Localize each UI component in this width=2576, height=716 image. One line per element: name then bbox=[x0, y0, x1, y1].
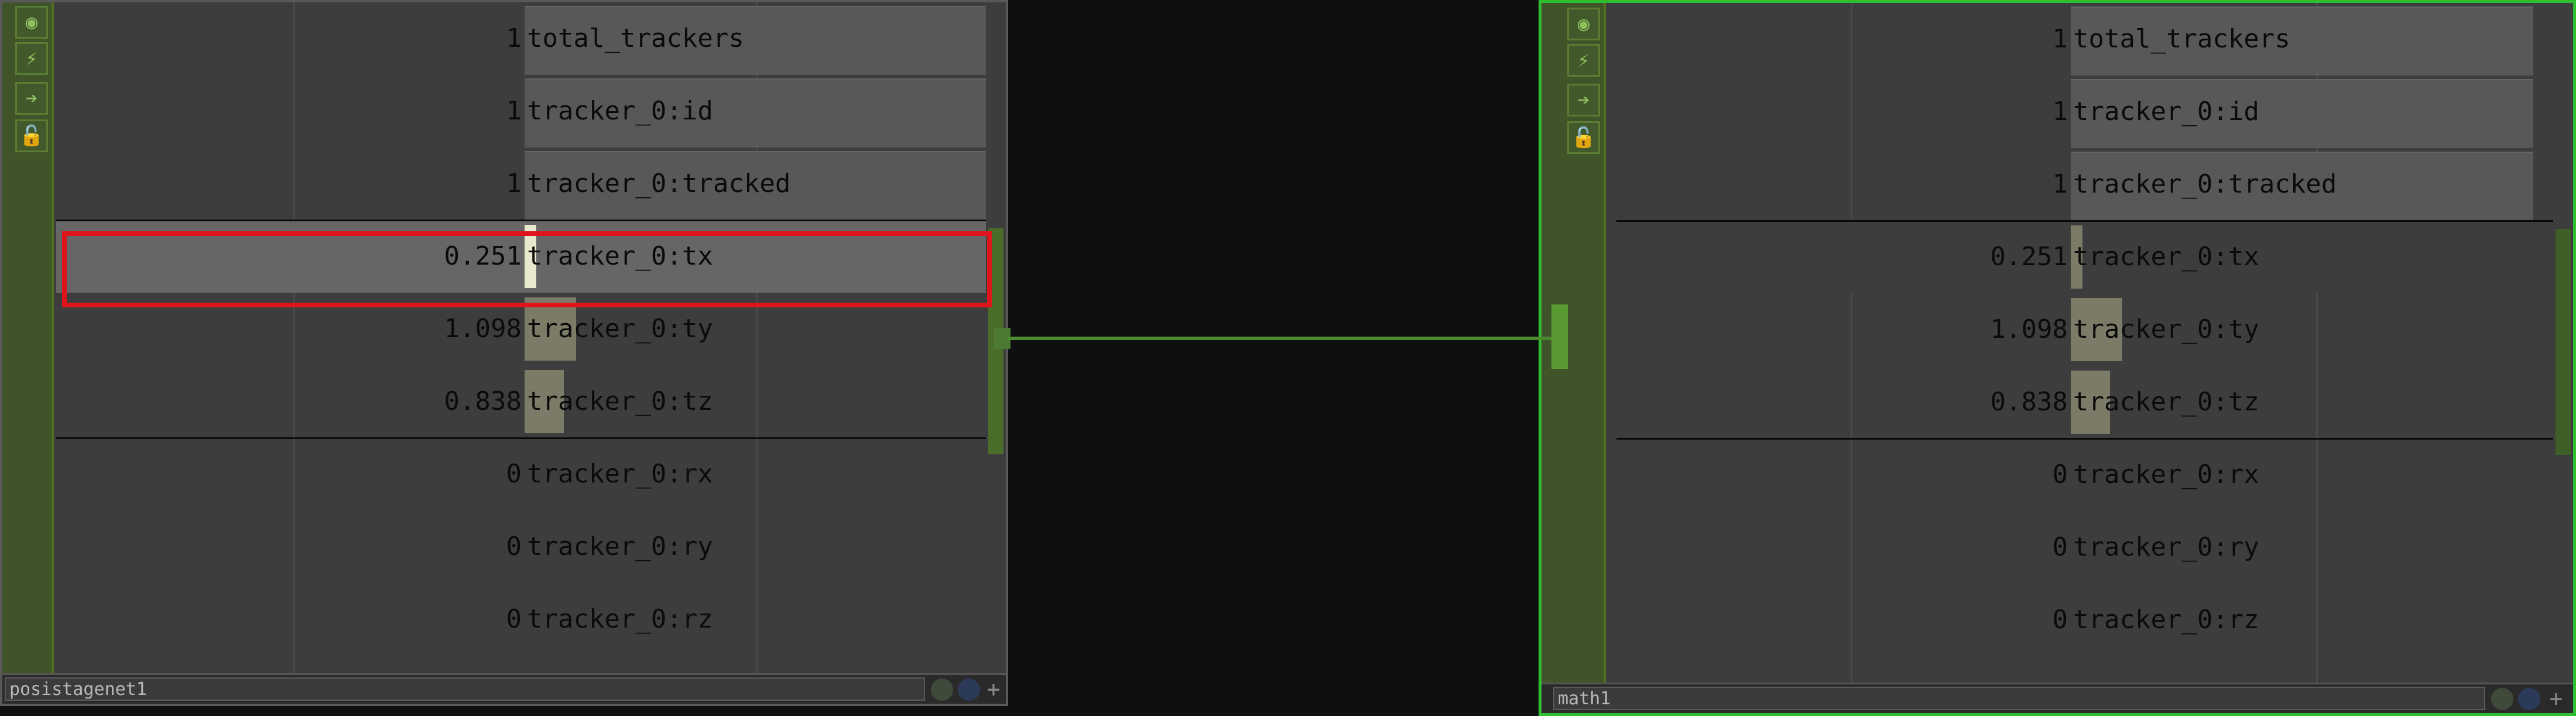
channel-row[interactable]: 0 tracker_0:rz bbox=[1616, 584, 2553, 656]
channel-value: 0 bbox=[2052, 605, 2068, 635]
view-toggle-button[interactable] bbox=[2491, 688, 2513, 710]
node-bottom-bar: math1 + bbox=[1542, 683, 2573, 713]
channel-value: 1.098 bbox=[1990, 314, 2068, 344]
color-button[interactable] bbox=[958, 679, 980, 701]
channel-label: tracker_0:rx bbox=[2073, 460, 2259, 489]
channel-label: total_trackers bbox=[527, 23, 744, 53]
channel-row[interactable]: 1 tracker_0:tracked bbox=[56, 148, 986, 220]
channel-row[interactable]: 0 tracker_0:rz bbox=[56, 583, 986, 656]
channel-label: tracker_0:ty bbox=[527, 314, 713, 344]
channel-label: tracker_0:tz bbox=[2073, 387, 2259, 417]
channel-row[interactable]: 0.251 tracker_0:tx bbox=[56, 220, 986, 293]
channel-value: 1.098 bbox=[444, 314, 522, 344]
add-icon[interactable]: + bbox=[2544, 687, 2568, 711]
node-name-field[interactable]: math1 bbox=[1553, 687, 2485, 710]
channel-value: 1 bbox=[2052, 24, 2068, 54]
channel-row[interactable]: 1 tracker_0:id bbox=[1616, 76, 2553, 148]
lock-icon[interactable]: 🔓 bbox=[15, 119, 48, 152]
color-button[interactable] bbox=[2518, 688, 2540, 710]
scrollbar[interactable] bbox=[2556, 229, 2571, 455]
view-toggle-button[interactable] bbox=[931, 679, 953, 701]
channel-label: tracker_0:rz bbox=[2073, 605, 2259, 635]
group-separator bbox=[1616, 438, 2553, 440]
channel-value: 0 bbox=[2052, 460, 2068, 489]
lock-icon[interactable]: 🔓 bbox=[1567, 121, 1600, 154]
channel-value: 0 bbox=[506, 459, 522, 489]
channel-list: 1 total_trackers 1 tracker_0:id 1 tracker_0:t… bbox=[56, 2, 986, 673]
channel-row[interactable]: 1 tracker_0:id bbox=[56, 75, 986, 148]
channel-label: tracker_0:tx bbox=[2073, 242, 2259, 272]
viewer-icon[interactable]: ◉ bbox=[15, 6, 48, 39]
node-bottom-bar: posistagenet1 + bbox=[2, 673, 1006, 704]
channel-row[interactable]: 0.251 tracker_0:tx bbox=[1616, 221, 2553, 293]
viewer-icon[interactable]: ◉ bbox=[1567, 8, 1600, 40]
node-math1[interactable]: ◉ ⚡ ➔ 🔓 1 total_trackers 1 tracker_0:id 1 tra… bbox=[1539, 0, 2576, 716]
channel-label: tracker_0:ty bbox=[2073, 314, 2259, 344]
channel-value: 1 bbox=[506, 96, 522, 126]
channel-label: tracker_0:tx bbox=[527, 241, 713, 271]
channel-label: tracker_0:id bbox=[527, 96, 713, 126]
channel-label: tracker_0:id bbox=[2073, 97, 2259, 126]
channel-row[interactable]: 0 tracker_0:rx bbox=[56, 438, 986, 511]
channel-row[interactable]: 0 tracker_0:rx bbox=[1616, 438, 2553, 511]
channel-label: tracker_0:rz bbox=[527, 604, 713, 634]
add-icon[interactable]: + bbox=[981, 677, 1006, 702]
channel-value: 0.838 bbox=[444, 386, 522, 416]
channel-row[interactable]: 1.098 tracker_0:ty bbox=[56, 293, 986, 365]
channel-value: 1 bbox=[2052, 169, 2068, 199]
channel-row[interactable]: 1 tracker_0:tracked bbox=[1616, 148, 2553, 221]
channel-value: 0 bbox=[506, 532, 522, 561]
channel-value: 0.251 bbox=[1990, 242, 2068, 272]
node-posistagenet1[interactable]: ◉ ⚡ ➔ 🔓 1 total_trackers 1 tracker_0:id 1 tra… bbox=[0, 0, 1008, 706]
channel-value: 0 bbox=[2052, 532, 2068, 562]
channel-label: total_trackers bbox=[2073, 24, 2290, 54]
node-flags-bar: ◉ ⚡ ➔ 🔓 bbox=[2, 2, 54, 673]
channel-row[interactable]: 0.838 tracker_0:tz bbox=[56, 365, 986, 438]
channel-row[interactable]: 1.098 tracker_0:ty bbox=[1616, 293, 2553, 366]
node-name-field[interactable]: posistagenet1 bbox=[5, 677, 925, 701]
channel-label: tracker_0:tracked bbox=[527, 169, 791, 198]
channel-list: 1 total_trackers 1 tracker_0:id 1 tracker_0:t… bbox=[1616, 3, 2553, 683]
channel-label: tracker_0:ry bbox=[2073, 532, 2259, 562]
channel-row[interactable]: 0 tracker_0:ry bbox=[56, 511, 986, 583]
group-separator bbox=[56, 220, 986, 221]
channel-value: 0.251 bbox=[444, 241, 522, 271]
display-icon[interactable]: ➔ bbox=[1567, 84, 1600, 117]
bypass-icon[interactable]: ⚡ bbox=[15, 42, 48, 75]
input-connector[interactable] bbox=[1551, 304, 1568, 369]
group-separator bbox=[1616, 220, 2553, 222]
display-icon[interactable]: ➔ bbox=[15, 82, 48, 115]
channel-value: 0 bbox=[506, 604, 522, 634]
channel-label: tracker_0:ry bbox=[527, 532, 713, 561]
channel-row[interactable]: 1 total_trackers bbox=[1616, 3, 2553, 76]
channel-value: 1 bbox=[2052, 97, 2068, 126]
channel-value: 1 bbox=[506, 23, 522, 53]
channel-label: tracker_0:tz bbox=[527, 386, 713, 416]
bypass-icon[interactable]: ⚡ bbox=[1567, 44, 1600, 77]
channel-row[interactable]: 0 tracker_0:ry bbox=[1616, 511, 2553, 584]
connection-wire[interactable] bbox=[1008, 337, 1553, 340]
channel-row[interactable]: 0.838 tracker_0:tz bbox=[1616, 366, 2553, 438]
group-separator bbox=[56, 437, 986, 439]
channel-row[interactable]: 1 total_trackers bbox=[56, 2, 986, 75]
channel-value: 0.838 bbox=[1990, 387, 2068, 417]
channel-label: tracker_0:tracked bbox=[2073, 169, 2337, 199]
channel-value: 1 bbox=[506, 169, 522, 198]
channel-label: tracker_0:rx bbox=[527, 459, 713, 489]
